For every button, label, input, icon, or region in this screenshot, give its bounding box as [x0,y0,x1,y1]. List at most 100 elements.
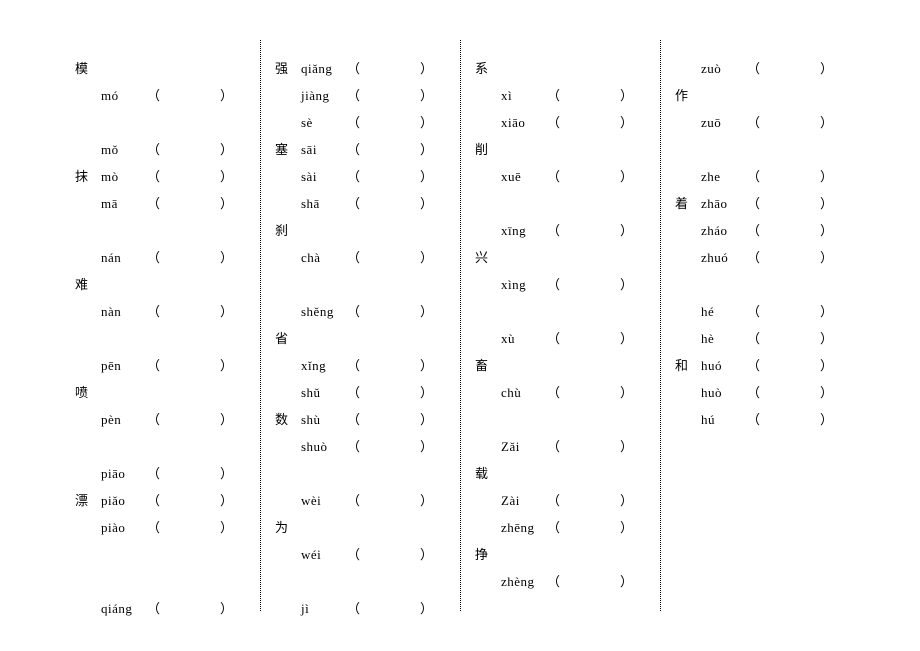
entry-row [475,409,652,433]
hanzi-char: 难 [75,274,101,293]
entry-row: mā（） [75,193,252,217]
paren-open: （ [347,436,360,455]
paren-close: ） [820,301,833,320]
pinyin-label: hé [701,304,747,320]
paren-open: （ [547,517,560,536]
entry-row: nán（） [75,247,252,271]
entry-row: zuò（） [675,58,852,82]
entry-row: 刹 [275,220,452,244]
entry-row: xīng（） [475,220,652,244]
paren-close: ） [420,409,433,428]
hanzi-char: 模 [75,58,101,77]
pinyin-label: zuō [701,115,747,131]
entry-row: hú（） [675,409,852,433]
paren-open: （ [347,355,360,374]
paren-close: ） [820,355,833,374]
pinyin-label: xù [501,331,547,347]
paren-close: ） [820,193,833,212]
pinyin-label: huó [701,358,747,374]
paren-close: ） [220,85,233,104]
pinyin-label: hè [701,331,747,347]
entry-row: shā（） [275,193,452,217]
entry-row: 强qiǎng（） [275,58,452,82]
hanzi-char: 省 [275,328,301,347]
hanzi-char: 为 [275,517,301,536]
paren-close: ） [220,355,233,374]
hanzi-char: 和 [675,355,701,374]
entry-row: xuē（） [475,166,652,190]
paren-close: ） [220,166,233,185]
paren-open: （ [547,490,560,509]
entry-row: hé（ ） [675,301,852,325]
entry-row: zhe（） [675,166,852,190]
paren-close: ） [820,166,833,185]
entry-row: 省 [275,328,452,352]
entry-row: xìng（） [475,274,652,298]
paren-close: ） [820,220,833,239]
pinyin-label: piào [101,520,147,536]
pinyin-label: zhèng [501,574,547,590]
paren-open: （ [347,193,360,212]
paren-close: ） [220,247,233,266]
worksheet-columns: 模mó（）mǒ（）抹mò（）mā（）nán（）难nàn（）pēn（）喷pèn（）… [75,40,860,611]
paren-open: （ [547,436,560,455]
paren-close: ） [620,571,633,590]
entry-row [275,571,452,595]
entry-row [675,139,852,163]
pinyin-label: mǒ [101,142,147,158]
entry-row [275,463,452,487]
paren-close: ） [420,247,433,266]
entry-row: xǐng（） [275,355,452,379]
pinyin-label: Zǎi [501,439,547,455]
paren-close: ） [420,166,433,185]
hanzi-char: 作 [675,85,701,104]
column-3: 系xì（）xiāo（）削xuē（）xīng（）兴xìng（）xù（）畜chù（）… [460,40,660,611]
entry-row: 喷 [75,382,252,406]
entry-row: xì（） [475,85,652,109]
paren-open: （ [147,301,160,320]
pinyin-label: mó [101,88,147,104]
paren-open: （ [347,139,360,158]
entry-row: xù（） [475,328,652,352]
entry-row: mǒ（） [75,139,252,163]
entry-row: 着zhāo（） [675,193,852,217]
entry-row: zháo（） [675,220,852,244]
pinyin-label: Zài [501,493,547,509]
entry-row [75,436,252,460]
pinyin-label: pèn [101,412,147,428]
entry-row: 作 [675,85,852,109]
pinyin-label: zhāo [701,196,747,212]
hanzi-char: 漂 [75,490,101,509]
entry-row: 塞sāi（） [275,139,452,163]
paren-open: （ [347,166,360,185]
column-2: 强qiǎng（）jiàng（）sè（）塞sāi（）sài（）shā（）刹chà（… [260,40,460,611]
pinyin-label: piǎo [101,493,147,509]
paren-close: ） [220,409,233,428]
pinyin-label: nàn [101,304,147,320]
entry-row [75,328,252,352]
pinyin-label: shěng [301,304,347,320]
hanzi-char: 喷 [75,382,101,401]
pinyin-label: chù [501,385,547,401]
paren-open: （ [347,490,360,509]
pinyin-label: zuò [701,61,747,77]
pinyin-label: jiàng [301,88,347,104]
pinyin-label: piāo [101,466,147,482]
paren-open: （ [347,409,360,428]
paren-open: （ [747,355,760,374]
entry-row: 漂piǎo（） [75,490,252,514]
paren-open: （ [147,247,160,266]
paren-close: ） [220,139,233,158]
pinyin-label: zhe [701,169,747,185]
paren-open: （ [347,301,360,320]
pinyin-label: zhēng [501,520,547,536]
entry-row: 模 [75,58,252,82]
entry-row [75,112,252,136]
paren-open: （ [747,301,760,320]
entry-row: 难 [75,274,252,298]
pinyin-label: huò [701,385,747,401]
entry-row: hè（） [675,328,852,352]
entry-row [275,274,452,298]
paren-close: ） [420,112,433,131]
paren-open: （ [547,328,560,347]
